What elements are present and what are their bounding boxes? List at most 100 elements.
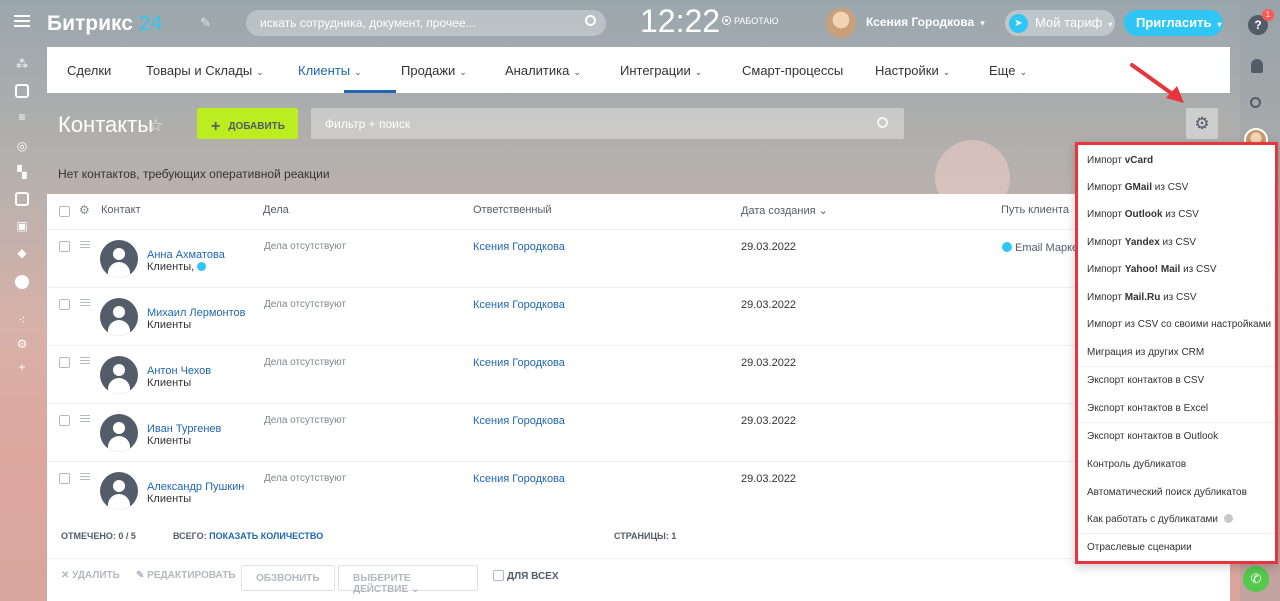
drag-handle-icon[interactable]: [80, 357, 90, 364]
menu-item-export-outlook[interactable]: Экспорт контактов в Outlook: [1087, 431, 1218, 442]
contact-name[interactable]: Иван Тургенев: [147, 423, 221, 435]
responsible-cell[interactable]: Ксения Городкова: [473, 357, 565, 369]
row-checkbox[interactable]: [59, 241, 70, 252]
deals-cell: Дела отсутствуют: [264, 415, 346, 426]
menu-item-import-gmail[interactable]: Импорт GMail из CSV: [1087, 182, 1188, 193]
row-checkbox[interactable]: [59, 415, 70, 426]
more-icon[interactable]: [15, 275, 29, 289]
nav-item-deals[interactable]: Сделки: [67, 63, 111, 78]
table-row[interactable]: Иван Тургенев Клиенты Дела отсутствуют К…: [47, 403, 1230, 461]
for-all-toggle[interactable]: ДЛЯ ВСЕХ: [493, 570, 559, 582]
network-icon[interactable]: ⁂: [15, 57, 29, 71]
responsible-cell[interactable]: Ксения Городкова: [473, 415, 565, 427]
delete-button[interactable]: ✕ УДАЛИТЬ: [61, 570, 120, 581]
chevron-down-icon: ▾: [1217, 20, 1222, 29]
star-icon[interactable]: ☆: [148, 116, 163, 136]
menu-item-import-yandex[interactable]: Импорт Yandex из CSV: [1087, 237, 1196, 248]
nav-item-goods[interactable]: Товары и Склады ⌄: [146, 63, 264, 78]
edit-logo-icon[interactable]: ✎: [200, 15, 211, 31]
settings-icon[interactable]: ⚙: [15, 337, 29, 351]
nav-item-analytics[interactable]: Аналитика ⌄: [505, 63, 581, 78]
add-button[interactable]: + ДОБАВИТЬ: [197, 108, 298, 139]
search-icon[interactable]: [1250, 97, 1261, 108]
menu-item-auto-duplicates[interactable]: Автоматический поиск дубликатов: [1087, 487, 1247, 498]
contact-name[interactable]: Анна Ахматова: [147, 249, 225, 261]
row-checkbox[interactable]: [59, 473, 70, 484]
drag-handle-icon[interactable]: [80, 473, 90, 480]
menu-item-duplicate-control[interactable]: Контроль дубликатов: [1087, 459, 1186, 470]
user-menu[interactable]: Ксения Городкова ▾: [866, 15, 985, 29]
column-header-deals[interactable]: Дела: [263, 204, 289, 216]
tasks-icon[interactable]: [15, 84, 29, 98]
nav-item-more[interactable]: Еще ⌄: [989, 63, 1027, 78]
menu-item-industry-scenarios[interactable]: Отраслевые сценарии: [1087, 542, 1192, 553]
column-header-responsible[interactable]: Ответственный: [473, 204, 552, 216]
invite-button[interactable]: Пригласить ▾: [1124, 10, 1223, 36]
nav-item-clients[interactable]: Клиенты ⌄: [298, 63, 362, 78]
date-cell: 29.03.2022: [741, 357, 797, 369]
table-row[interactable]: Антон Чехов Клиенты Дела отсутствуют Ксе…: [47, 345, 1230, 403]
table-row[interactable]: Александр Пушкин Клиенты Дела отсутствую…: [47, 461, 1230, 519]
drag-handle-icon[interactable]: [80, 241, 90, 248]
deals-cell: Дела отсутствуют: [264, 241, 346, 252]
row-checkbox[interactable]: [59, 357, 70, 368]
contact-name[interactable]: Михаил Лермонтов: [147, 307, 246, 319]
menu-burger-icon[interactable]: [14, 15, 30, 27]
target-icon[interactable]: ◎: [15, 139, 29, 153]
cart-icon[interactable]: ▚: [15, 165, 29, 179]
contact-name[interactable]: Александр Пушкин: [147, 481, 244, 493]
responsible-cell[interactable]: Ксения Городкова: [473, 473, 565, 485]
phone-icon[interactable]: ✆: [1243, 566, 1269, 592]
responsible-cell[interactable]: Ксения Городкова: [473, 241, 565, 253]
for-all-checkbox[interactable]: [493, 570, 504, 581]
responsible-cell[interactable]: Ксения Городкова: [473, 299, 565, 311]
logo[interactable]: Битрикс 24: [47, 12, 162, 36]
deals-cell: Дела отсутствуют: [264, 357, 346, 368]
contacts-icon[interactable]: [15, 192, 29, 206]
help-icon[interactable]: [1223, 514, 1233, 523]
marked-label: ОТМЕЧЕНО:: [61, 531, 116, 541]
menu-item-import-csv-custom[interactable]: Импорт из CSV со своими настройками: [1087, 319, 1271, 330]
column-header-date[interactable]: Дата создания ⌄: [741, 204, 828, 217]
settings-gear-button[interactable]: ⚙: [1186, 108, 1218, 139]
box-icon[interactable]: ◆: [15, 246, 29, 260]
robot-icon[interactable]: ▣: [15, 219, 29, 233]
filter-input[interactable]: Фильтр + поиск: [311, 108, 904, 139]
tariff-button[interactable]: ➤ Мой тариф ▾: [1005, 10, 1115, 36]
menu-item-export-excel[interactable]: Экспорт контактов в Excel: [1087, 403, 1208, 414]
drag-handle-icon[interactable]: [80, 415, 90, 422]
add-icon[interactable]: +: [15, 360, 29, 374]
bell-icon[interactable]: [1251, 59, 1263, 73]
global-search-input[interactable]: искать сотрудника, документ, прочее...: [246, 10, 606, 36]
nav-item-integrations[interactable]: Интеграции ⌄: [620, 63, 702, 78]
drag-handle-icon[interactable]: [80, 299, 90, 306]
menu-item-import-mailru[interactable]: Импорт Mail.Ru из CSV: [1087, 292, 1197, 303]
menu-item-export-csv[interactable]: Экспорт контактов в CSV: [1087, 375, 1204, 386]
call-button[interactable]: ОБЗВОНИТЬ: [241, 565, 335, 591]
menu-item-migration[interactable]: Миграция из других CRM: [1087, 347, 1204, 358]
menu-item-import-yahoo[interactable]: Импорт Yahoo! Mail из CSV: [1087, 264, 1217, 275]
nav-item-sales[interactable]: Продажи ⌄: [401, 63, 467, 78]
column-header-contact[interactable]: Контакт: [101, 204, 141, 216]
nav-item-smart-processes[interactable]: Смарт-процессы: [742, 63, 843, 78]
edit-button[interactable]: ✎ РЕДАКТИРОВАТЬ: [136, 570, 236, 581]
table-row[interactable]: Михаил Лермонтов Клиенты Дела отсутствую…: [47, 287, 1230, 345]
menu-item-how-duplicates[interactable]: Как работать с дубликатами: [1087, 514, 1233, 525]
structure-icon[interactable]: ⁖: [15, 313, 29, 327]
contact-name[interactable]: Антон Чехов: [147, 365, 211, 377]
nav-item-settings[interactable]: Настройки ⌄: [875, 63, 950, 78]
show-count-link[interactable]: ПОКАЗАТЬ КОЛИЧЕСТВО: [209, 531, 323, 541]
clock[interactable]: 12:22: [640, 3, 720, 40]
table-row[interactable]: Анна Ахматова Клиенты, Дела отсутствуют …: [47, 229, 1230, 287]
row-checkbox[interactable]: [59, 299, 70, 310]
menu-item-import-outlook[interactable]: Импорт Outlook из CSV: [1087, 209, 1199, 220]
action-select[interactable]: ВЫБЕРИТЕ ДЕЙСТВИЕ ⌄: [338, 565, 478, 595]
column-header-path[interactable]: Путь клиента: [1001, 204, 1069, 216]
select-all-checkbox[interactable]: [59, 206, 70, 217]
work-status[interactable]: РАБОТАЮ: [722, 16, 779, 26]
menu-item-import-vcard[interactable]: Импорт vCard: [1087, 155, 1153, 166]
delete-label: УДАЛИТЬ: [72, 570, 120, 581]
filter-icon[interactable]: ≡: [15, 110, 29, 124]
column-settings-icon[interactable]: ⚙: [79, 203, 90, 217]
user-avatar[interactable]: [826, 8, 856, 38]
